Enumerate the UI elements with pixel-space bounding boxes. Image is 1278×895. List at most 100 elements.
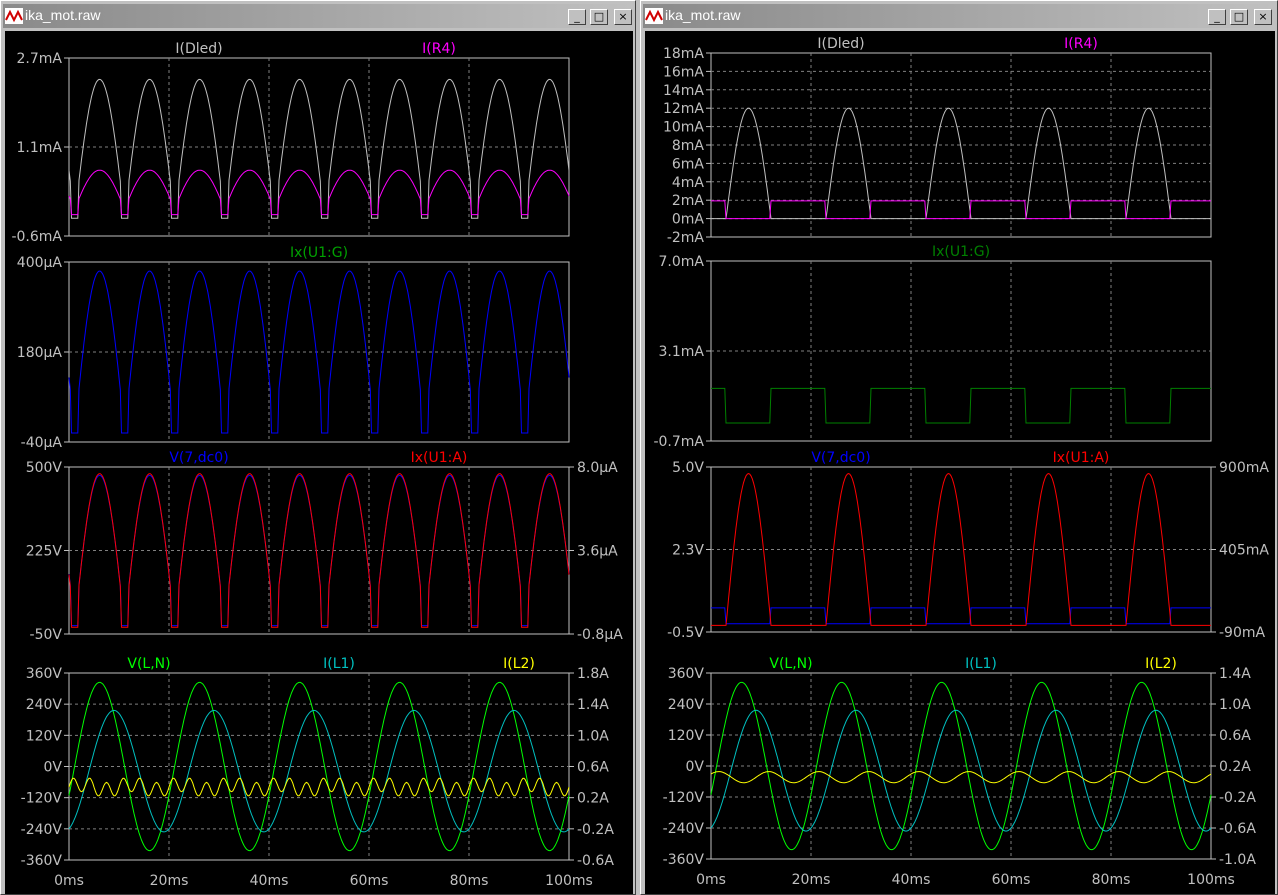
maximize-button[interactable]: □ xyxy=(590,9,608,25)
y-tick-label: -240V xyxy=(21,822,63,838)
waveform-app-icon xyxy=(5,8,23,24)
y2-tick-label: 0.2A xyxy=(577,791,609,807)
trace-i-l2- xyxy=(710,771,1212,784)
pane-3[interactable]: 5.0V 2.3V -0.5V 900mA 405mA -90mA V(7,dc0) Ix(U… xyxy=(667,450,1269,641)
y-tick-label: 12mA xyxy=(663,101,704,117)
plot-area[interactable]: 2.7mA 1.1mA -0.6mA I(Dled) I(R4) 400µA 180µA -4… xyxy=(5,31,633,894)
y-tick-label: -0.6mA xyxy=(11,229,62,245)
y-tick-label: -2mA xyxy=(667,230,705,246)
plot-area[interactable]: 18mA 16mA 14mA 12mA 10mA 8mA 6mA 4mA 2mA 0mA -2mA I… xyxy=(645,31,1275,894)
y2-tick-label: 405mA xyxy=(1219,543,1269,559)
legend-label: I(Dled) xyxy=(175,41,222,57)
y-tick-label: 3.1mA xyxy=(659,344,705,360)
y-tick-label: 180µA xyxy=(17,345,63,361)
legend-label: V(L,N) xyxy=(769,656,812,672)
y-tick-label: 4mA xyxy=(672,175,705,191)
legend-label: I(L1) xyxy=(323,656,355,672)
pane-2[interactable]: 7.0mA 3.1mA -0.7mA Ix(U1:G) xyxy=(653,244,1212,450)
legend-label: I(L2) xyxy=(503,656,535,672)
x-tick-label: 40ms xyxy=(250,873,289,889)
x-tick-label: 20ms xyxy=(792,872,831,888)
pane-1[interactable]: 2.7mA 1.1mA -0.6mA I(Dled) I(R4) xyxy=(11,41,570,245)
y-tick-label: 120V xyxy=(668,728,705,744)
y2-tick-label: 1.0A xyxy=(1219,697,1251,713)
legend-label: V(7,dc0) xyxy=(811,450,870,466)
y2-tick-label: 0.6A xyxy=(577,760,609,776)
y-tick-label: 0V xyxy=(44,760,63,776)
y-tick-label: 2mA xyxy=(672,193,705,209)
legend-label: Ix(U1:G) xyxy=(932,244,990,260)
y2-tick-label: 8.0µA xyxy=(577,460,618,476)
y2-tick-label: -0.2A xyxy=(1219,790,1256,806)
x-tick-label: 80ms xyxy=(1092,872,1131,888)
trace-v-7-dc0- xyxy=(711,607,1211,625)
trace-i-l1- xyxy=(68,709,570,833)
legend-label: I(R4) xyxy=(1064,36,1098,52)
y-tick-label: 240V xyxy=(668,697,705,713)
pane-3[interactable]: 500V 225V -50V 8.0µA 3.6µA -0.8µA V(7,dc0) Ix(U… xyxy=(26,450,624,643)
y-tick-label: 360V xyxy=(26,666,63,682)
y-tick-label: -0.5V xyxy=(667,625,704,641)
y2-tick-label: -1.0A xyxy=(1219,852,1256,868)
y-tick-label: 18mA xyxy=(663,46,704,62)
waveform-window-right[interactable]: ika_mot.raw _ □ × 18mA 16mA 14mA 12mA 10mA 8m… xyxy=(640,0,1278,895)
y2-tick-label: -0.2A xyxy=(577,822,614,838)
y-tick-label: 0V xyxy=(686,759,705,775)
y-tick-label: 400µA xyxy=(17,255,63,271)
y-tick-label: 16mA xyxy=(663,64,704,80)
y-tick-label: 6mA xyxy=(672,156,705,172)
legend-label: Ix(U1:A) xyxy=(411,450,468,466)
x-tick-label: 40ms xyxy=(892,872,931,888)
pane-4[interactable]: 360V 240V 120V 0V -120V -240V -360V 1.8A 1.4A 1.0… xyxy=(21,656,615,869)
maximize-button[interactable]: □ xyxy=(1230,9,1248,25)
y2-tick-label: -0.6A xyxy=(577,853,614,869)
close-button[interactable]: × xyxy=(1254,9,1272,25)
y2-tick-label: 1.0A xyxy=(577,728,609,744)
y-tick-label: 5.0V xyxy=(672,460,704,476)
y-tick-label: 10mA xyxy=(663,120,704,136)
trace-i-dled- xyxy=(68,78,570,219)
x-tick-label: 100ms xyxy=(545,873,593,889)
y-tick-label: -40µA xyxy=(21,435,63,451)
title-bar[interactable]: ika_mot.raw _ □ × xyxy=(643,4,1275,28)
trace-ix-u1-g- xyxy=(711,387,1211,424)
y2-tick-label: 0.6A xyxy=(1219,728,1251,744)
y2-tick-label: 3.6µA xyxy=(577,544,618,560)
legend-label: I(L2) xyxy=(1145,656,1177,672)
y-tick-label: 120V xyxy=(26,728,63,744)
pane-2[interactable]: 400µA 180µA -40µA Ix(U1:G) xyxy=(17,245,570,451)
y-tick-label: -240V xyxy=(663,821,705,837)
title-bar[interactable]: ika_mot.raw _ □ × xyxy=(3,4,633,28)
y-tick-label: -360V xyxy=(663,852,705,868)
trace-i-r4- xyxy=(68,169,570,216)
legend-label: V(7,dc0) xyxy=(169,450,228,466)
waveform-window-left[interactable]: ika_mot.raw _ □ × 2.7mA 1.1mA -0.6mA I(Dled… xyxy=(0,0,636,895)
y-tick-label: -360V xyxy=(21,853,63,869)
y2-tick-label: 0.2A xyxy=(1219,759,1251,775)
legend-label: I(L1) xyxy=(965,656,997,672)
y2-tick-label: -90mA xyxy=(1219,625,1266,641)
y-tick-label: 225V xyxy=(26,544,63,560)
pane-4[interactable]: 360V 240V 120V 0V -120V -240V -360V 1.4A 1.0A 0.6… xyxy=(663,656,1257,868)
x-tick-label: 60ms xyxy=(992,872,1031,888)
x-tick-label: 20ms xyxy=(150,873,189,889)
y-tick-label: 14mA xyxy=(663,83,704,99)
legend-label: I(Dled) xyxy=(817,36,864,52)
trace-i-l2- xyxy=(68,777,570,797)
y-tick-label: -50V xyxy=(30,627,63,643)
y2-tick-label: 1.4A xyxy=(577,697,609,713)
waveform-plot[interactable]: 18mA 16mA 14mA 12mA 10mA 8mA 6mA 4mA 2mA 0mA -2mA I… xyxy=(645,31,1275,894)
trace-i-l1- xyxy=(710,709,1212,832)
y2-tick-label: 1.4A xyxy=(1219,666,1251,682)
waveform-plot[interactable]: 2.7mA 1.1mA -0.6mA I(Dled) I(R4) 400µA 180µA -4… xyxy=(5,31,633,894)
minimize-button[interactable]: _ xyxy=(1208,9,1226,25)
y-tick-label: 2.7mA xyxy=(17,51,63,67)
x-tick-label: 100ms xyxy=(1187,872,1235,888)
close-button[interactable]: × xyxy=(614,9,632,25)
window-title: ika_mot.raw xyxy=(25,7,101,23)
y-tick-label: 2.3V xyxy=(672,543,704,559)
x-tick-label: 0ms xyxy=(696,872,726,888)
pane-1[interactable]: 18mA 16mA 14mA 12mA 10mA 8mA 6mA 4mA 2mA 0mA -2mA I… xyxy=(663,36,1212,246)
minimize-button[interactable]: _ xyxy=(568,9,586,25)
y2-tick-label: -0.8µA xyxy=(577,627,623,643)
